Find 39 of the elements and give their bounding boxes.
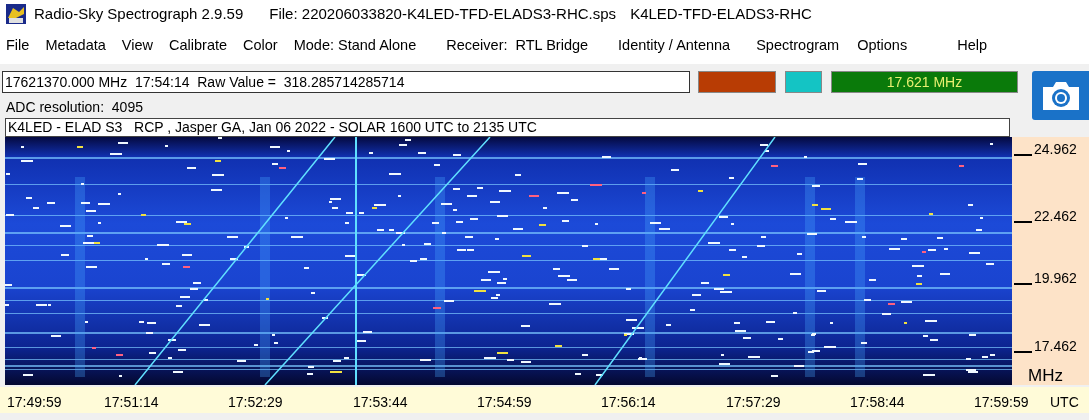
menu-item[interactable]: Metadata (45, 35, 106, 57)
menu-item[interactable]: File (6, 35, 30, 57)
window-title: Radio-Sky Spectrograph 2.9.59 (34, 3, 244, 24)
menu-item[interactable]: Mode: Stand Alone (293, 35, 417, 57)
axis-label: 17:53:44 (353, 393, 408, 412)
tick-mark (1014, 221, 1032, 223)
adc-resolution-label: ADC resolution: 4095 (6, 98, 143, 117)
station-name: K4LED-TFD-ELADS3-RHC (630, 3, 812, 24)
axis-label: 24.962 (1034, 140, 1077, 159)
frequency-indicator: 17.621 MHz (831, 71, 1018, 93)
camera-button[interactable] (1032, 71, 1089, 120)
axis-unit: UTC (1050, 393, 1079, 412)
axis-label: 17:54:59 (477, 393, 532, 412)
app-logo-icon (6, 4, 26, 24)
axis-label: 17.462 (1034, 337, 1077, 356)
tick-mark (1014, 351, 1032, 353)
menu-item[interactable]: Help (957, 35, 987, 57)
menu-item[interactable]: Options (857, 35, 908, 57)
axis-label: 19.962 (1034, 269, 1077, 288)
axis-unit: MHz (1028, 365, 1063, 387)
tick-mark (1014, 154, 1032, 156)
file-name: File: 220206033820-K4LED-TFD-ELADS3-RHC.sps (269, 3, 617, 24)
readout-field: 17621370.000 MHz 17:54:14 Raw Value = 318.285714285714 (2, 71, 690, 93)
menu-item[interactable]: Identity / Antenna (618, 35, 731, 57)
menu-item[interactable]: Spectrogram (756, 35, 840, 57)
axis-label: 17:49:59 (7, 393, 62, 412)
menu-item[interactable]: Receiver: RTL Bridge (446, 35, 589, 57)
menu-item[interactable]: Calibrate (169, 35, 228, 57)
axis-label: 17:57:29 (726, 393, 781, 412)
axis-label: 22.462 (1034, 207, 1077, 226)
axis-label: 17:56:14 (601, 393, 656, 412)
axis-label: 17:59:59 (974, 393, 1029, 412)
tick-mark (1014, 283, 1032, 285)
axis-label: 17:51:14 (104, 393, 159, 412)
axis-label: 17:58:44 (850, 393, 905, 412)
menu-item[interactable]: Color (243, 35, 278, 57)
menu-item[interactable]: View (121, 35, 153, 57)
chart-title: K4LED - ELAD S3 RCP , Jasper GA, Jan 06 2022 - SOLAR 1600 UTC to 2135 UTC (5, 118, 1010, 137)
axis-label: 17:52:29 (228, 393, 283, 412)
